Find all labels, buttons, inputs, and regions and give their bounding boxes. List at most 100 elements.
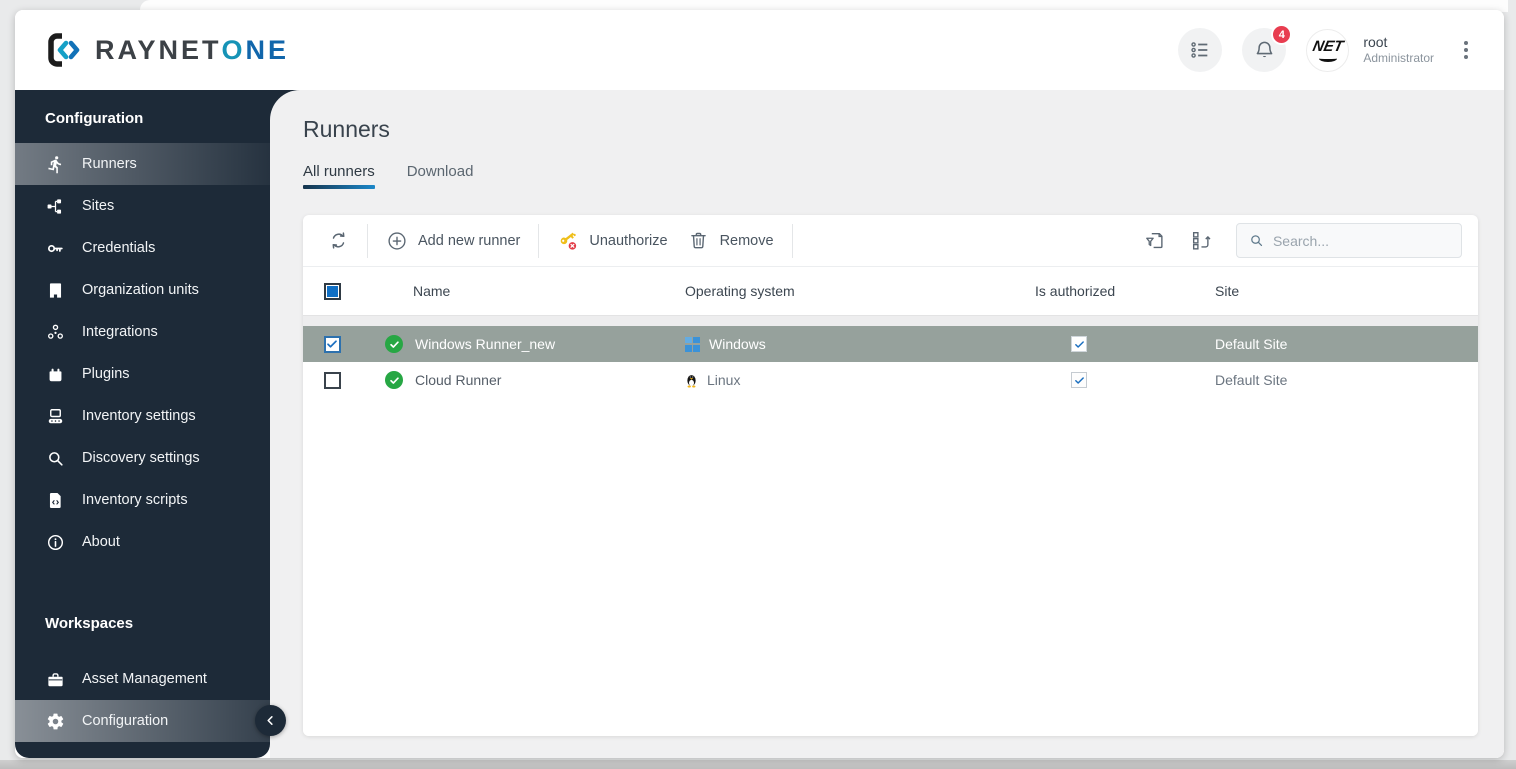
sidebar-item-integrations[interactable]: Integrations (15, 311, 270, 353)
workspaces-title: Workspaces (45, 615, 134, 632)
workspaces-section: Workspaces Asset Management Configuratio… (15, 601, 270, 742)
inventory-icon (45, 406, 65, 426)
bell-icon (1256, 41, 1273, 57)
app-body: Configuration Runners Sites Credentials … (15, 90, 1504, 758)
avatar-text: NET (1311, 37, 1345, 55)
user-info[interactable]: root Administrator (1363, 34, 1434, 67)
notification-badge: 4 (1271, 24, 1293, 45)
runner-icon (45, 154, 65, 174)
header-actions: 4 NET root Administrator (1178, 24, 1478, 72)
toolbar-divider (367, 223, 368, 258)
building-icon (45, 280, 65, 300)
status-ok-icon (385, 335, 403, 353)
column-header-authorized[interactable]: Is authorized (991, 283, 1211, 299)
check-icon (1074, 340, 1084, 348)
file-code-icon (45, 490, 65, 510)
toolbar-divider (791, 223, 793, 258)
desktop: RAYNET O NE 4 NET root Administrator Con… (0, 0, 1516, 769)
plugin-icon (45, 364, 65, 384)
export-filter-icon[interactable] (1144, 230, 1166, 252)
table-empty-area (303, 398, 1478, 736)
table-row-windows-runner[interactable]: Windows Runner_new Windows Default Site (303, 326, 1478, 362)
search-input[interactable] (1272, 232, 1449, 249)
runners-panel: Add new runner Unauthorize Remove Search… (303, 215, 1478, 736)
remove-button[interactable]: Remove (678, 224, 784, 258)
page-title: Runners (303, 116, 390, 142)
add-new-runner-button[interactable]: Add new runner (376, 224, 530, 258)
sidebar-item-discovery-settings[interactable]: Discovery settings (15, 437, 270, 479)
column-header-os[interactable]: Operating system (661, 283, 991, 299)
sidebar-item-label: Inventory scripts (82, 492, 188, 508)
sidebar-item-label: Runners (82, 156, 137, 172)
sidebar-item-inventory-settings[interactable]: Inventory settings (15, 395, 270, 437)
sidebar-item-organization-units[interactable]: Organization units (15, 269, 270, 311)
windows-icon (685, 336, 700, 352)
briefcase-icon (45, 669, 65, 689)
sidebar: Configuration Runners Sites Credentials … (15, 90, 286, 758)
tab-download[interactable]: Download (407, 163, 474, 189)
is-authorized-checkbox[interactable] (1071, 336, 1087, 352)
sidebar-collapse-button[interactable] (255, 705, 286, 736)
search-box (1236, 223, 1462, 258)
brand-ne: NE (245, 34, 290, 65)
sidebar-item-label: Asset Management (82, 671, 207, 687)
kebab-icon (1464, 41, 1468, 45)
sidebar-item-label: Discovery settings (82, 450, 200, 466)
check-icon (1074, 376, 1084, 384)
linux-icon (687, 374, 696, 388)
sidebar-item-asset-management[interactable]: Asset Management (15, 658, 270, 700)
sidebar-item-about[interactable]: About (15, 521, 270, 563)
brand-o: O (221, 34, 246, 65)
key-unauthorize-icon (557, 230, 579, 252)
is-authorized-checkbox[interactable] (1071, 372, 1087, 388)
column-chooser-icon[interactable] (1190, 230, 1212, 252)
user-name: root (1363, 33, 1388, 50)
unauthorize-button[interactable]: Unauthorize (547, 224, 677, 258)
sidebar-item-label: Organization units (82, 282, 199, 298)
remove-label: Remove (719, 232, 774, 249)
add-new-runner-label: Add new runner (418, 232, 521, 249)
row-checkbox[interactable] (323, 335, 341, 353)
integration-icon (45, 322, 65, 342)
gear-icon (45, 711, 65, 731)
notifications-button[interactable]: 4 (1242, 24, 1293, 72)
refresh-button[interactable] (317, 224, 359, 258)
sidebar-item-configuration[interactable]: Configuration (15, 700, 270, 742)
column-header-site[interactable]: Site (1211, 283, 1478, 299)
search-icon (1251, 235, 1263, 247)
os-label: Linux (707, 372, 741, 388)
column-header-name[interactable]: Name (361, 283, 661, 299)
rounded-corner-decor (270, 90, 300, 120)
runner-name: Cloud Runner (415, 372, 502, 388)
avatar[interactable]: NET (1306, 28, 1350, 72)
toolbar-divider (538, 223, 540, 258)
sidebar-item-inventory-scripts[interactable]: Inventory scripts (15, 479, 270, 521)
plus-circle-icon (386, 230, 408, 252)
sidebar-item-label: Configuration (82, 713, 169, 729)
toolbar: Add new runner Unauthorize Remove Search… (303, 215, 1478, 267)
magnifier-icon (45, 448, 65, 468)
runner-name: Windows Runner_new (415, 336, 556, 352)
task-list-button[interactable] (1178, 28, 1223, 72)
main-content: Runners All runners Download Add new run… (270, 90, 1504, 758)
sidebar-item-plugins[interactable]: Plugins (15, 353, 270, 395)
sidebar-item-credentials[interactable]: Credentials (15, 227, 270, 269)
table-header-row: Name Operating system Is authorized Site (303, 267, 1478, 315)
key-icon (45, 238, 65, 258)
sidebar-item-sites[interactable]: Sites (15, 185, 270, 227)
check-icon (327, 340, 337, 348)
sidebar-item-label: Inventory settings (82, 408, 196, 424)
brand-primary: RAYNET (95, 34, 222, 65)
row-checkbox[interactable] (323, 371, 341, 389)
task-list-icon (1191, 42, 1208, 58)
select-all-checkbox[interactable] (323, 282, 341, 300)
brand-name: RAYNET O NE (95, 35, 289, 66)
table-row-cloud-runner[interactable]: Cloud Runner Linux Default Site (303, 362, 1478, 398)
tab-all-runners[interactable]: All runners (303, 163, 375, 189)
sidebar-item-runners[interactable]: Runners (15, 143, 270, 185)
sitemap-icon (45, 196, 65, 216)
brand-logo: RAYNET O NE (45, 31, 289, 69)
more-menu-button[interactable] (1454, 35, 1478, 65)
sidebar-item-label: Sites (82, 198, 115, 214)
